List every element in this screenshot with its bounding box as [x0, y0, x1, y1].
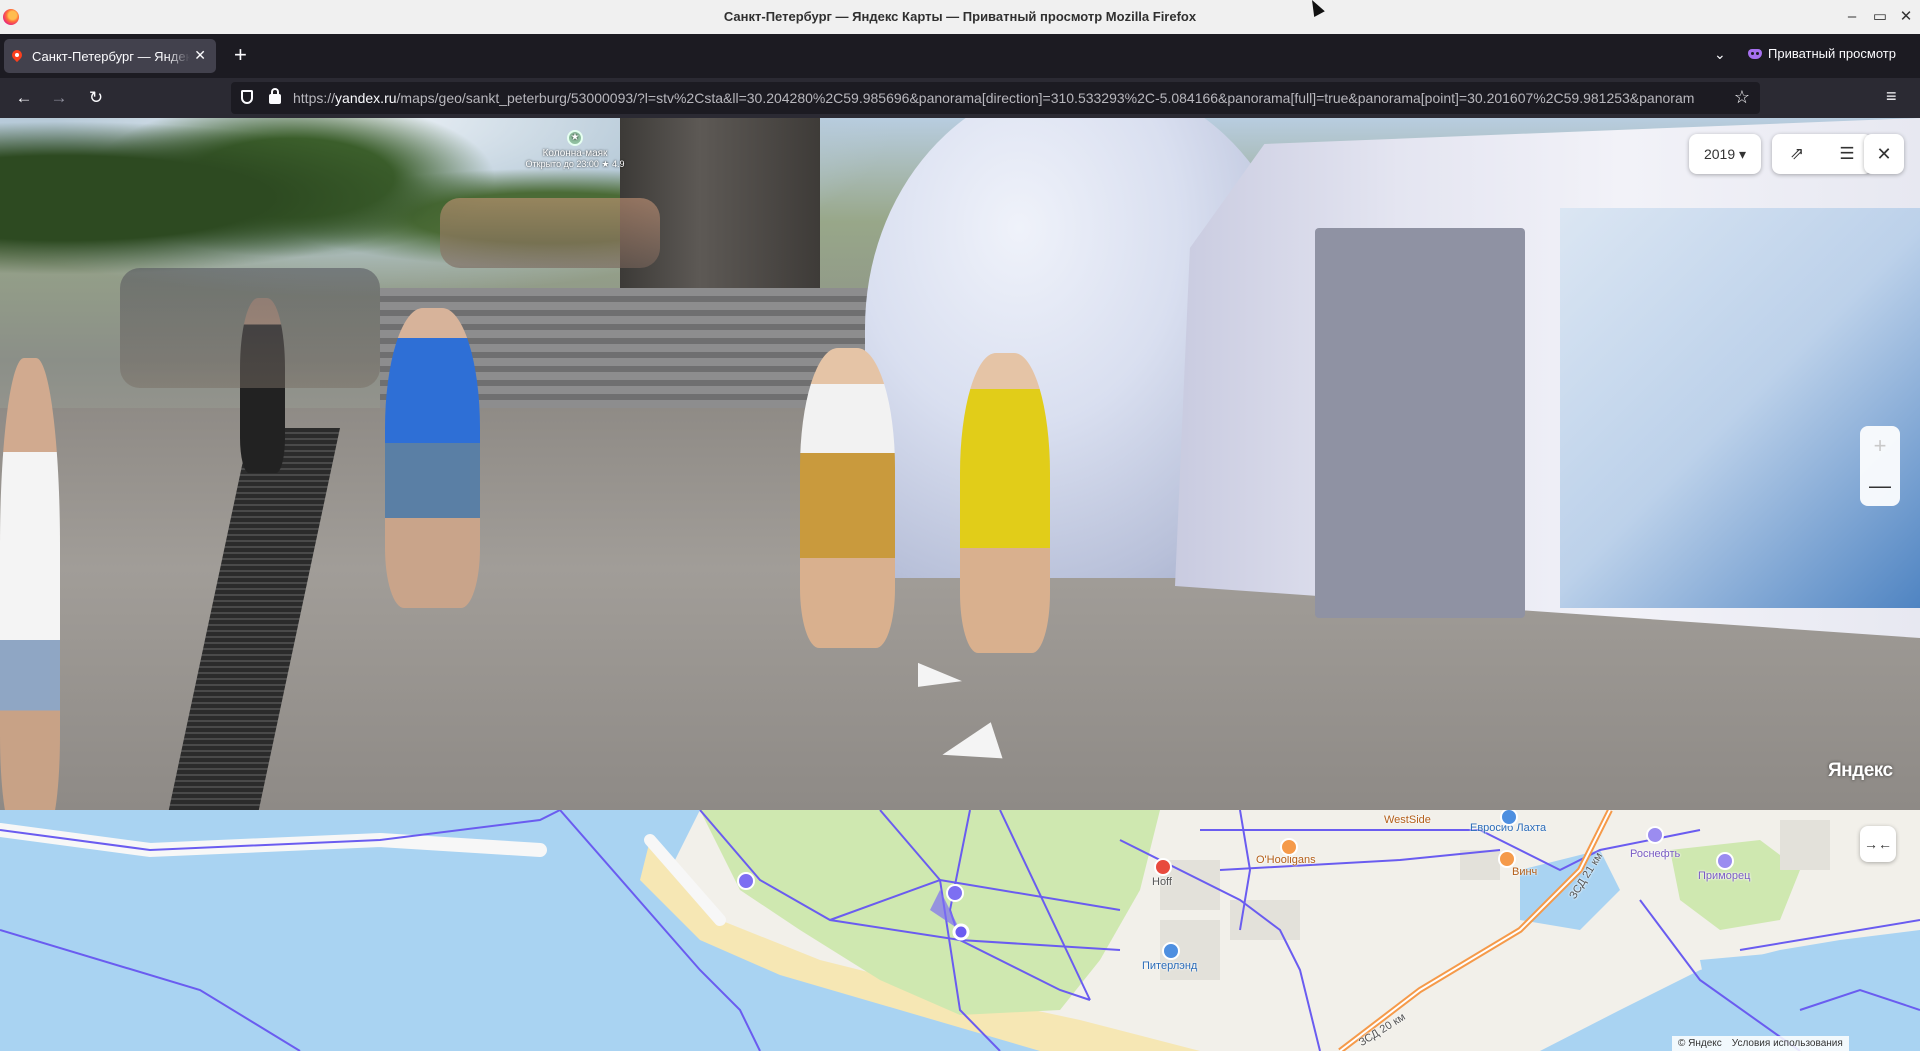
lighthouse-poi-icon[interactable]	[946, 884, 964, 902]
tab-strip: Санкт-Петербург — Яндекс Карты ✕ + ⌄ При…	[0, 34, 1920, 78]
tab-label: Санкт-Петербург — Яндекс Карты	[32, 48, 190, 64]
map-label-ohooligans[interactable]: O'Hooligans	[1256, 854, 1316, 866]
private-browsing-label: Приватный просмотр	[1768, 46, 1896, 61]
map-label-vinch[interactable]: Винч	[1512, 866, 1537, 878]
tab-close-icon[interactable]: ✕	[194, 47, 206, 64]
zoom-control: + —	[1860, 426, 1900, 506]
map-copyright: © Яндекс Условия использования	[1672, 1036, 1849, 1051]
mini-map-canvas	[0, 810, 1920, 1051]
panorama-person	[960, 353, 1050, 653]
zoom-out-button[interactable]: —	[1860, 466, 1900, 506]
minimize-button[interactable]: –	[1838, 0, 1866, 34]
panorama-person	[800, 348, 895, 648]
window-title-bar: Санкт-Петербург — Яндекс Карты — Приватн…	[0, 0, 1920, 34]
bookmark-star-icon[interactable]: ☆	[1734, 87, 1750, 108]
panorama-action-group: ⇗ ☰	[1772, 134, 1872, 174]
tracking-protection-shield-icon[interactable]	[241, 90, 253, 104]
url-text[interactable]: https://yandex.ru/maps/geo/sankt_peterbu…	[293, 82, 1723, 114]
ohooligans-poi-icon[interactable]	[1280, 838, 1298, 856]
terms-link[interactable]: Условия использования	[1732, 1038, 1843, 1049]
map-poi-icon[interactable]	[737, 872, 755, 890]
panorama-person	[385, 308, 480, 608]
navigation-toolbar: ← → ↻ https://yandex.ru/maps/geo/sankt_p…	[0, 78, 1920, 118]
primorets-poi-icon[interactable]	[1716, 852, 1734, 870]
share-icon[interactable]: ⇗	[1772, 134, 1822, 174]
map-label-primorets[interactable]: Приморец	[1698, 870, 1750, 882]
panorama-tent-entrance	[1315, 228, 1525, 618]
yandex-maps-pin-icon	[12, 50, 22, 62]
forward-button[interactable]: →	[47, 86, 71, 110]
panorama-tent-banner	[1560, 208, 1920, 608]
piterlend-poi-icon[interactable]	[1162, 942, 1180, 960]
url-bar[interactable]: https://yandex.ru/maps/geo/sankt_peterbu…	[231, 82, 1760, 114]
list-all-tabs-button[interactable]: ⌄	[1714, 46, 1726, 63]
new-tab-button[interactable]: +	[234, 44, 247, 66]
poi-star-icon: ★	[567, 130, 583, 146]
maximize-button[interactable]: ▭	[1866, 0, 1894, 34]
private-mask-icon	[1748, 48, 1762, 59]
zoom-in-button[interactable]: +	[1860, 426, 1900, 466]
hoff-poi-icon[interactable]	[1154, 858, 1172, 876]
poi-marker-lighthouse[interactable]: ★ Колонна-маяк Открыто до 23:00 ★ 4.9	[515, 130, 635, 170]
window-title: Санкт-Петербург — Яндекс Карты — Приватн…	[723, 9, 1197, 24]
map-label-piterlend[interactable]: Питерлэнд	[1142, 960, 1197, 972]
street-panorama[interactable]: ★ Колонна-маяк Открыто до 23:00 ★ 4.9 20…	[0, 118, 1920, 810]
tab-yandex-maps[interactable]: Санкт-Петербург — Яндекс Карты ✕	[4, 39, 216, 73]
collapse-map-button[interactable]: →←	[1860, 826, 1896, 862]
panorama-person	[0, 358, 60, 810]
private-browsing-indicator: Приватный просмотр	[1748, 46, 1896, 61]
lock-icon[interactable]	[269, 88, 281, 104]
yandex-watermark: Яндекс	[1828, 760, 1893, 781]
copyright-text: © Яндекс	[1678, 1038, 1722, 1049]
app-menu-button[interactable]: ≡	[1886, 86, 1897, 107]
mini-map[interactable]: WestSide Евросиб Лахта O'Hooligans Росне…	[0, 810, 1920, 1051]
panorama-crowd	[120, 268, 380, 388]
panorama-year-selector[interactable]: 2019 ▾	[1689, 134, 1761, 174]
poi-status: Открыто до 23:00 ★ 4.9	[525, 159, 625, 169]
close-window-button[interactable]: ✕	[1892, 0, 1920, 34]
rosneft-poi-icon[interactable]	[1646, 826, 1664, 844]
map-label-hoff[interactable]: Hoff	[1152, 876, 1172, 888]
poi-name: Колонна-маяк	[542, 148, 608, 159]
reload-button[interactable]: ↻	[84, 86, 108, 110]
map-label-westside[interactable]: WestSide	[1384, 814, 1431, 826]
back-button[interactable]: ←	[12, 86, 36, 110]
map-label-rosneft[interactable]: Роснефть	[1630, 848, 1680, 860]
vinch-poi-icon[interactable]	[1498, 850, 1516, 868]
close-panorama-button[interactable]: ✕	[1864, 134, 1904, 174]
panorama-crowd	[440, 198, 660, 268]
